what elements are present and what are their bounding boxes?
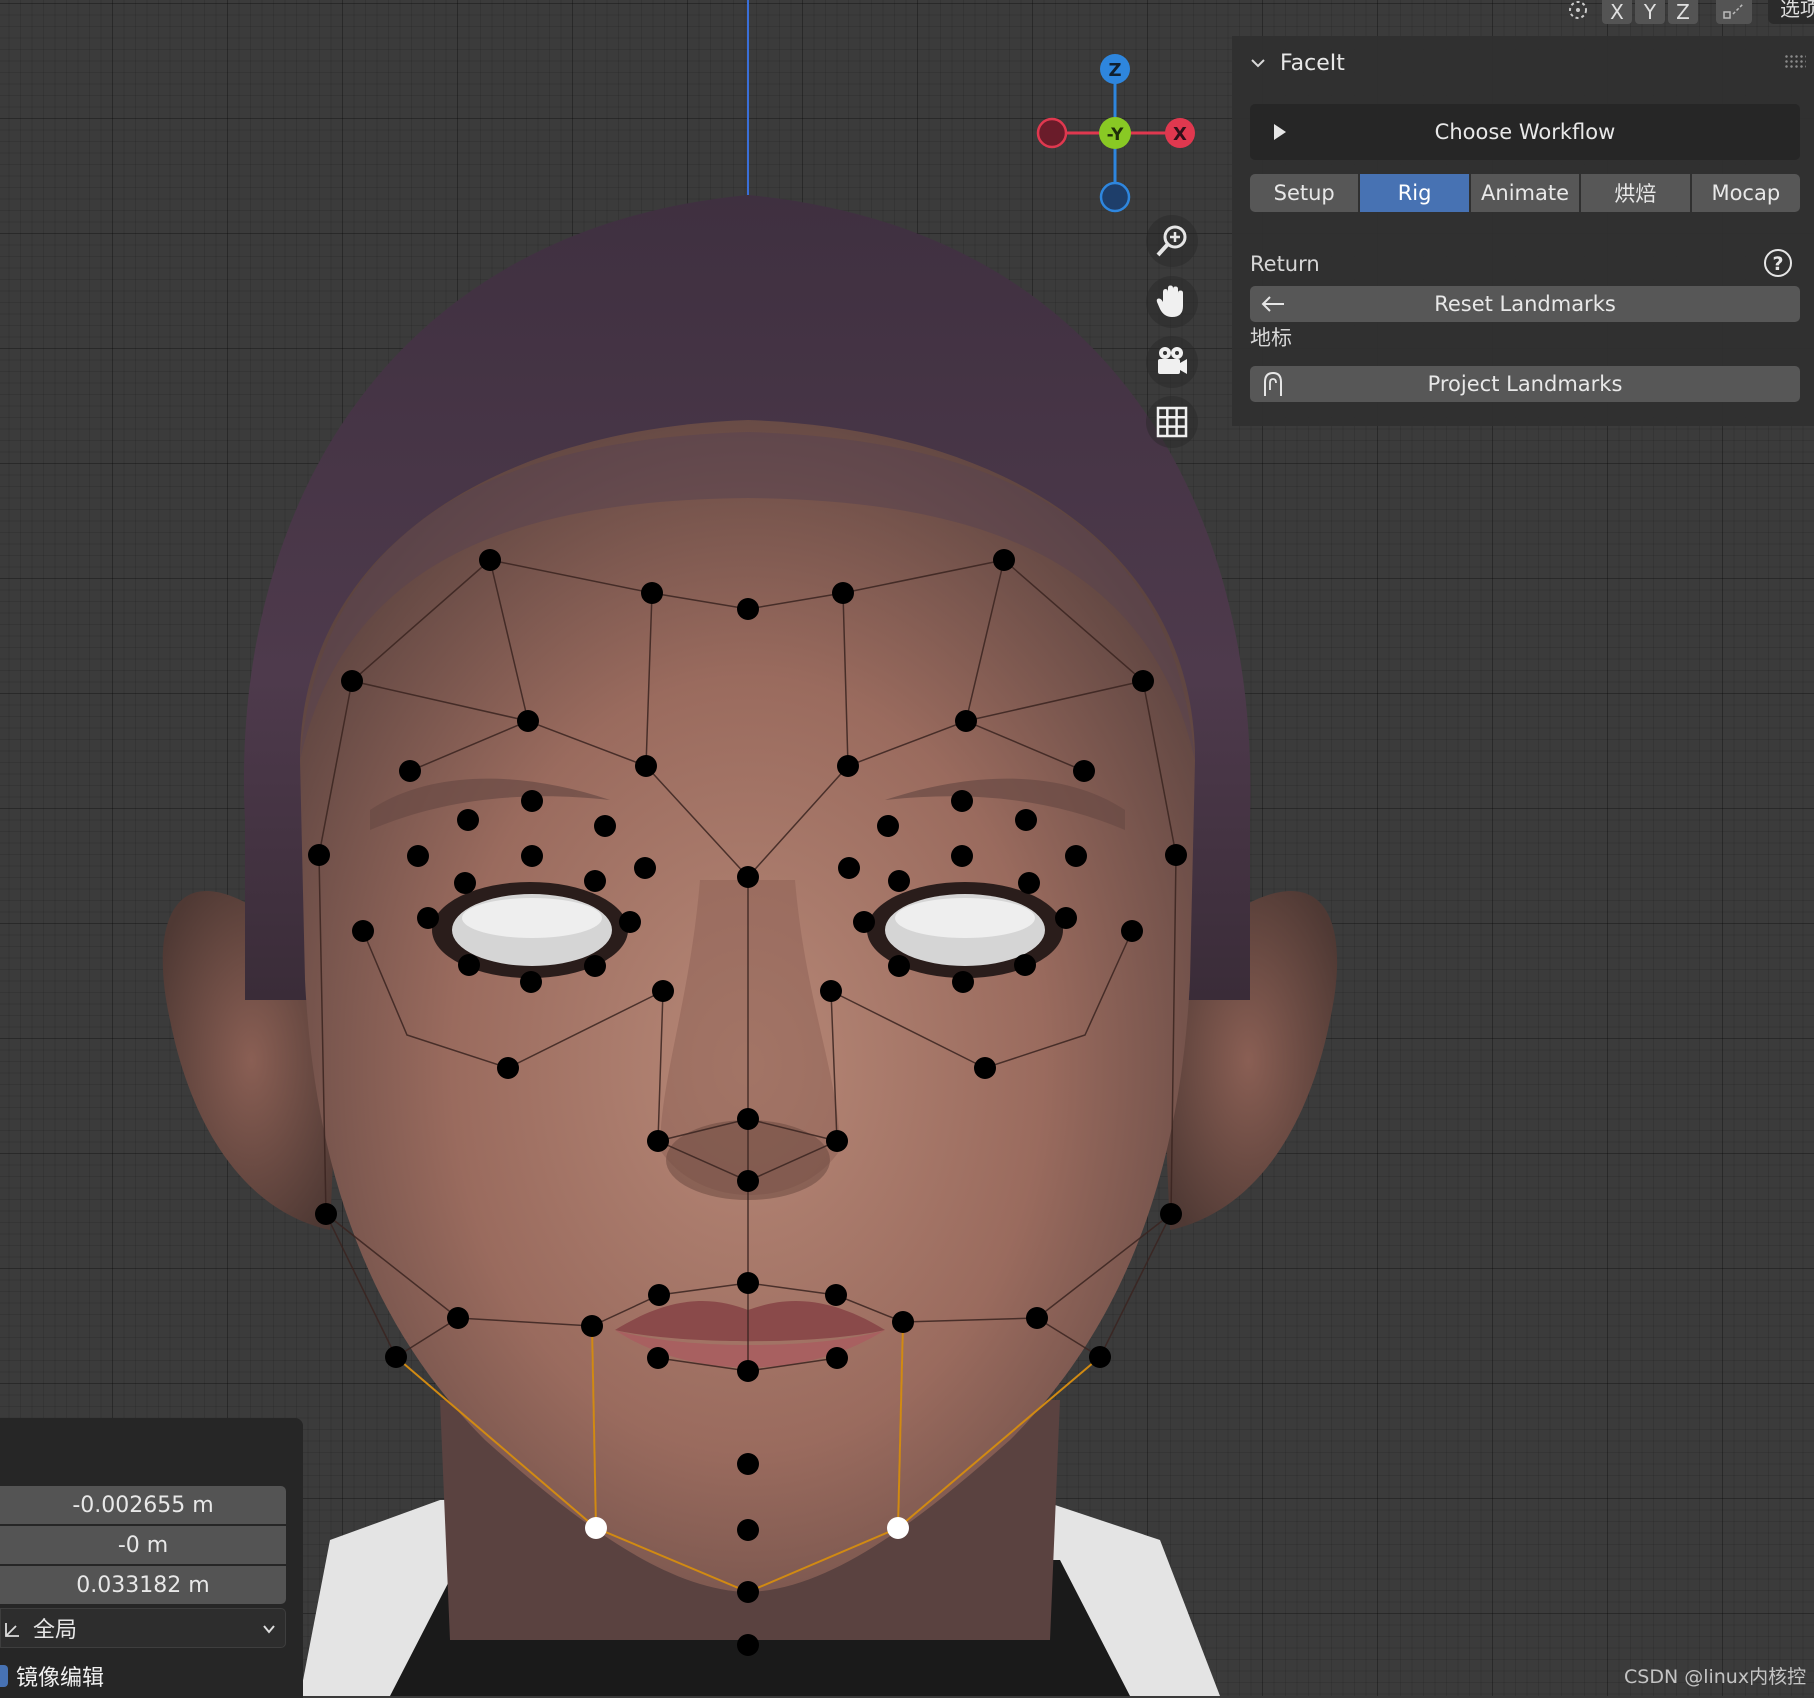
- gizmo-neg-y-label: -Y: [1107, 125, 1125, 145]
- gizmo-z-label: Z: [1108, 60, 1121, 81]
- axis-z-label: Z: [1676, 0, 1690, 24]
- play-icon: [1274, 124, 1286, 140]
- project-landmarks-label: Project Landmarks: [1427, 372, 1623, 396]
- value-x: -0.002655 m: [72, 1492, 214, 1518]
- tab-bake-label: 烘焙: [1614, 182, 1657, 206]
- operator-panel: -0.002655 m -0 m 0.033182 m 全局 镜像编辑: [0, 1418, 303, 1698]
- zoom-icon[interactable]: [1146, 215, 1198, 267]
- drag-grip-icon[interactable]: [1784, 54, 1806, 68]
- choose-workflow-label: Choose Workflow: [1434, 120, 1616, 144]
- snap-icon[interactable]: [1716, 0, 1752, 24]
- axis-y-label: Y: [1643, 0, 1657, 24]
- tab-setup-label: Setup: [1273, 181, 1335, 205]
- navigation-gizmo[interactable]: Z X -Y: [1030, 48, 1200, 218]
- value-field-y[interactable]: -0 m: [0, 1526, 286, 1564]
- hand-pan-icon[interactable]: [1146, 276, 1198, 328]
- landmarks-label: 地标: [1250, 326, 1292, 350]
- orientation-icon: [5, 1623, 19, 1637]
- project-landmarks-button[interactable]: Project Landmarks: [1250, 366, 1800, 402]
- choose-workflow-button[interactable]: Choose Workflow: [1250, 104, 1800, 160]
- 3d-viewport[interactable]: X Y Z 选项 Z X -Y FaceIt Choose Workflow S…: [0, 0, 1814, 1698]
- return-label: Return: [1250, 252, 1320, 276]
- chevron-down-icon: [263, 1625, 275, 1634]
- gizmo-x-label: X: [1173, 124, 1187, 145]
- value-y: -0 m: [117, 1532, 169, 1558]
- panel-header[interactable]: FaceIt: [1232, 36, 1814, 90]
- axis-z-toggle[interactable]: Z: [1668, 0, 1698, 24]
- value-field-z[interactable]: 0.033182 m: [0, 1566, 286, 1604]
- tab-mocap[interactable]: Mocap: [1691, 174, 1801, 212]
- watermark: CSDN @linux内核控: [1624, 1666, 1807, 1688]
- options-label: 选项: [1780, 0, 1814, 21]
- value-field-x[interactable]: -0.002655 m: [0, 1486, 286, 1524]
- axis-y-toggle[interactable]: Y: [1635, 0, 1665, 24]
- panel-title: FaceIt: [1280, 50, 1345, 76]
- tab-rig-label: Rig: [1397, 181, 1432, 205]
- value-z: 0.033182 m: [76, 1572, 210, 1598]
- camera-icon[interactable]: [1146, 336, 1198, 388]
- workflow-tabs: Setup Rig Animate 烘焙 Mocap: [1250, 174, 1801, 212]
- reset-landmarks-label: Reset Landmarks: [1434, 292, 1616, 316]
- svg-text:?: ?: [1772, 253, 1783, 275]
- gizmo-neg-z-axis[interactable]: [1099, 181, 1131, 213]
- options-menu[interactable]: 选项: [1768, 0, 1814, 24]
- mirror-edit-label: 镜像编辑: [16, 1666, 105, 1691]
- faceit-panel: FaceIt Choose Workflow Setup Rig Animate…: [1232, 36, 1814, 426]
- mirror-edit-toggle[interactable]: 镜像编辑: [0, 1658, 104, 1694]
- orientation-value: 全局: [33, 1618, 78, 1643]
- pivot-icon[interactable]: [1560, 0, 1596, 22]
- tab-mocap-label: Mocap: [1711, 181, 1781, 205]
- tab-animate-label: Animate: [1481, 181, 1570, 205]
- tab-animate[interactable]: Animate: [1470, 174, 1580, 212]
- grid-ortho-icon[interactable]: [1146, 396, 1198, 448]
- arrow-left-icon: [1261, 296, 1284, 312]
- tab-rig[interactable]: Rig: [1360, 174, 1469, 212]
- axis-x-label: X: [1610, 0, 1624, 24]
- gizmo-neg-x-axis[interactable]: [1036, 117, 1068, 149]
- face-outline-icon: [1264, 371, 1282, 396]
- axis-x-toggle[interactable]: X: [1602, 0, 1632, 24]
- tab-bake[interactable]: 烘焙: [1581, 174, 1690, 212]
- reset-landmarks-button[interactable]: Reset Landmarks: [1250, 286, 1800, 322]
- orientation-select[interactable]: 全局: [0, 1608, 286, 1648]
- chevron-down-icon[interactable]: [1250, 55, 1266, 71]
- mirror-checkbox[interactable]: [0, 1665, 8, 1687]
- help-icon[interactable]: ?: [1763, 248, 1793, 278]
- tab-setup[interactable]: Setup: [1250, 174, 1359, 212]
